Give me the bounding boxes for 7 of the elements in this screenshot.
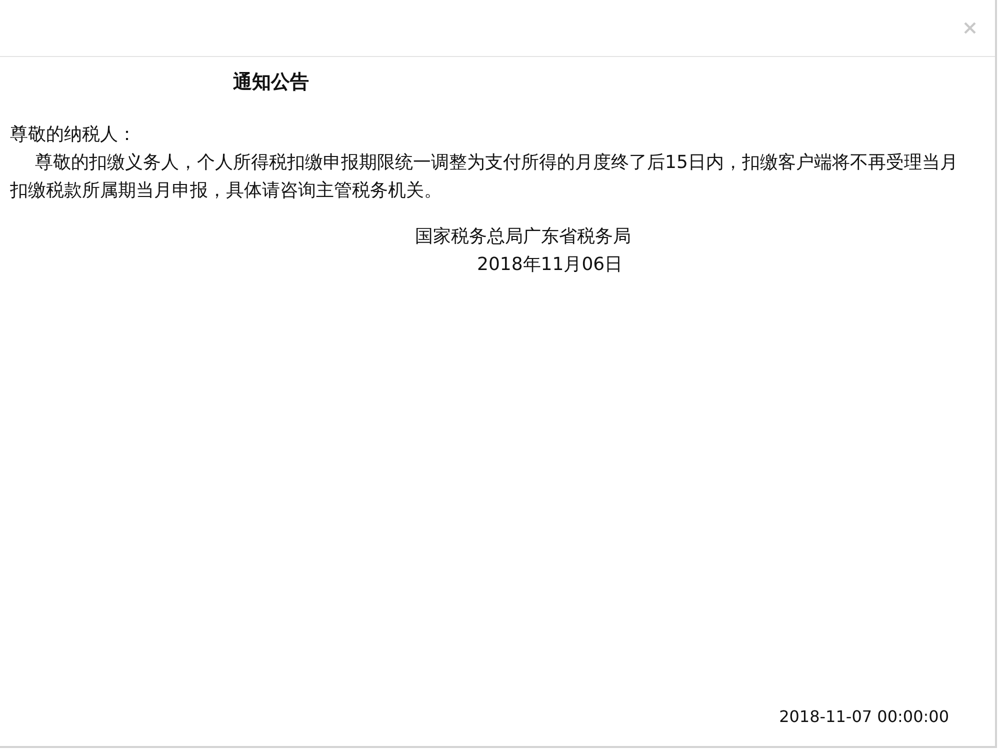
notice-title: 通知公告: [233, 70, 309, 95]
close-icon: [963, 21, 977, 35]
signature-date: 2018年11月06日: [476, 253, 623, 277]
notice-body: 尊敬的扣缴义务人，个人所得税扣缴申报期限统一调整为支付所得的月度终了后15日内，扣缴客户端将不再受理当月扣缴税款所属期当月申报，具体请咨询主管税务机关。: [10, 151, 959, 203]
greeting-text: 尊敬的纳税人：: [10, 123, 137, 147]
publish-timestamp: 2018-11-07 00:00:00: [779, 707, 949, 726]
signature-organization: 国家税务总局广东省税务局: [415, 225, 631, 249]
